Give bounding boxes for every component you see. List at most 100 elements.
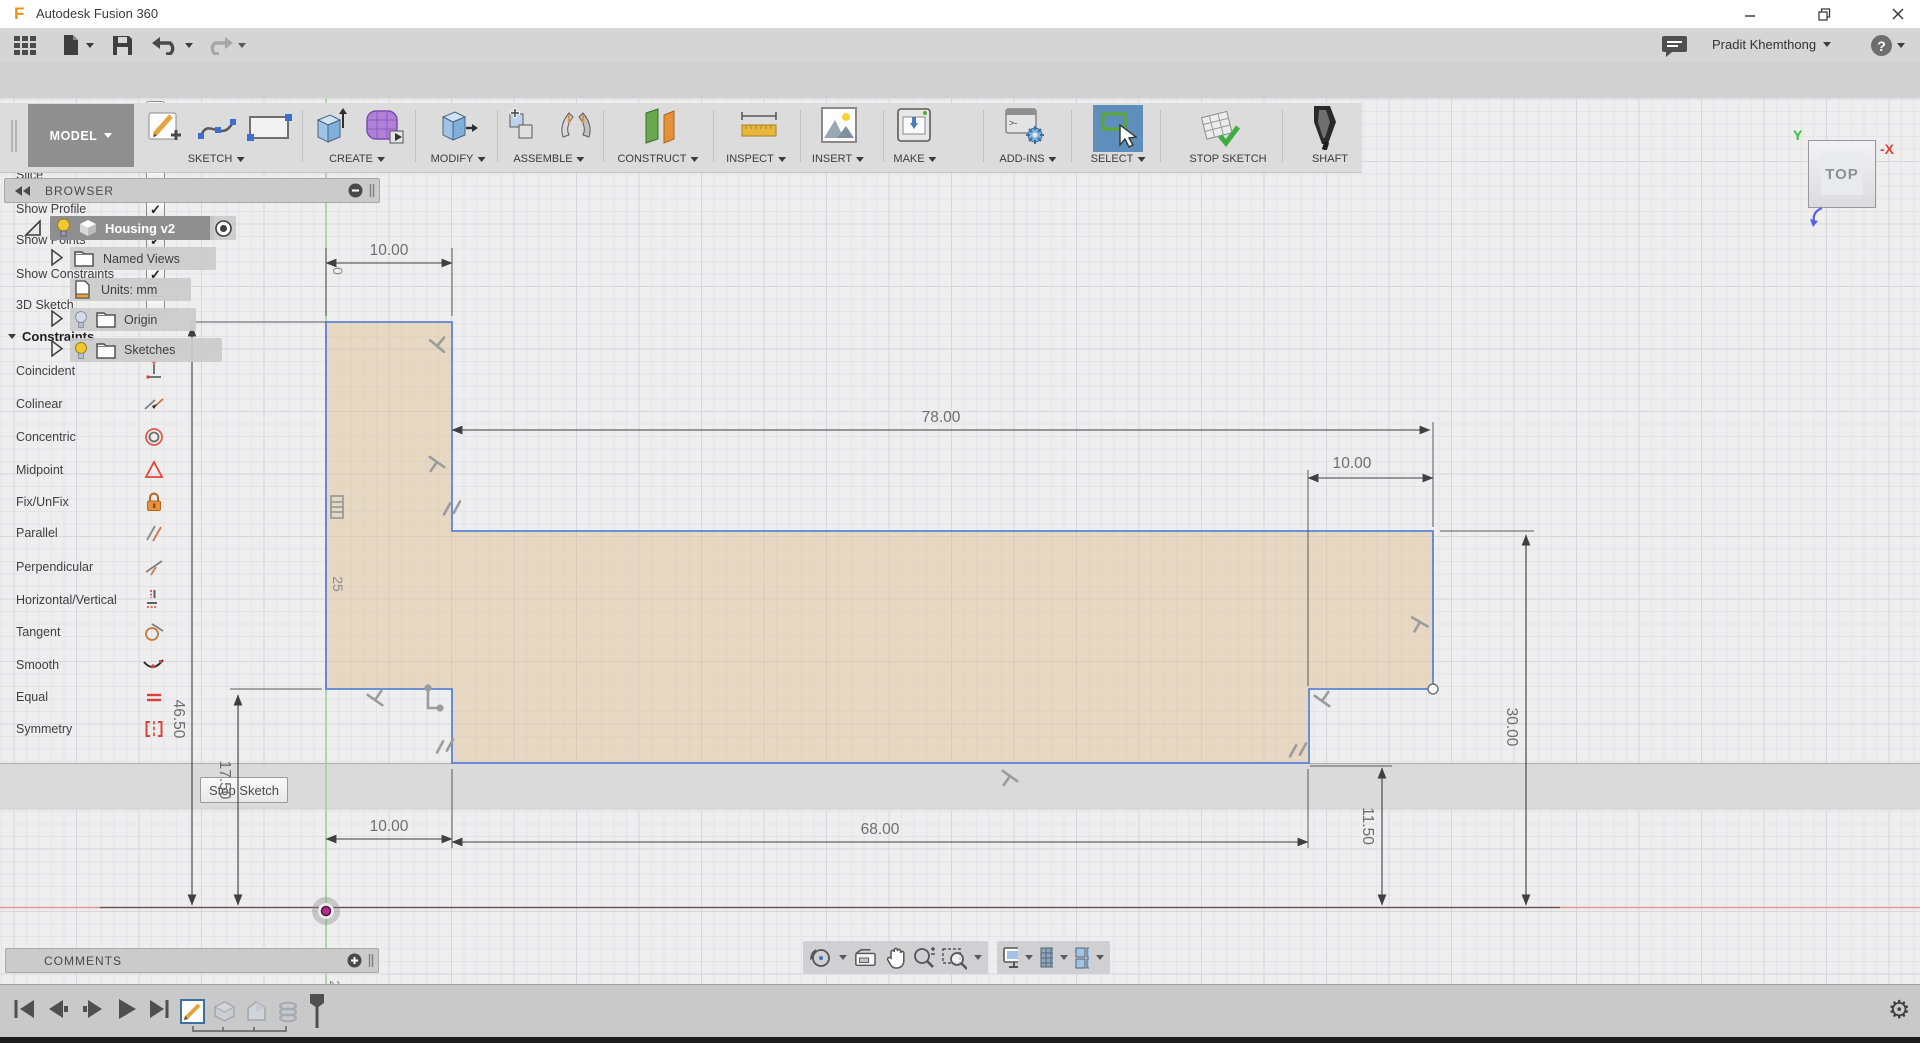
viewcube[interactable]: TOP — [1808, 140, 1876, 208]
file-dropdown-arrow-icon[interactable] — [86, 43, 94, 48]
workspace-switcher[interactable]: MODEL — [28, 104, 134, 167]
press-pull-button[interactable] — [438, 107, 478, 150]
restore-button[interactable] — [1810, 4, 1838, 24]
zoom-window-icon[interactable] — [942, 946, 967, 970]
panel-collapse-circle-icon[interactable] — [348, 183, 363, 198]
job-status-button[interactable] — [1662, 36, 1687, 62]
ribbon-stop-sketch-label[interactable]: STOP SKETCH — [1189, 151, 1266, 167]
timeline-sketch-feature[interactable] — [180, 999, 205, 1024]
undo-button[interactable] — [152, 35, 193, 55]
visibility-bulb-off-icon[interactable] — [74, 310, 88, 329]
preferences-gear-icon[interactable]: ⚙ — [1888, 998, 1910, 1023]
ribbon-grip[interactable] — [10, 106, 18, 166]
tree-item-named-views[interactable]: Named Views — [70, 247, 216, 270]
construct-plane-button[interactable] — [640, 105, 680, 152]
user-account-menu[interactable]: Pradit Khemthong — [1712, 37, 1831, 52]
dim-right-height[interactable]: 30.00 — [1503, 708, 1520, 747]
collapse-panel-icon[interactable] — [15, 186, 31, 196]
comments-panel-header[interactable]: COMMENTS — [5, 948, 379, 973]
dim-bottom-notch[interactable]: 10.00 — [370, 818, 409, 835]
ribbon-shaft-label[interactable]: SHAFT — [1312, 151, 1348, 167]
ribbon-group-inspect[interactable]: INSPECT — [726, 151, 786, 167]
orbit-icon[interactable] — [809, 946, 832, 970]
rectangle-tool-button[interactable] — [246, 112, 292, 147]
timeline-feature-suppressed[interactable] — [244, 999, 269, 1024]
zoom-dropdown-arrow-icon[interactable] — [974, 955, 982, 960]
grid-dropdown-arrow-icon[interactable] — [1060, 955, 1068, 960]
insert-image-button[interactable] — [820, 106, 858, 149]
display-settings-icon[interactable] — [1003, 947, 1018, 969]
perpendicular-glyph[interactable] — [996, 771, 1017, 790]
ribbon-group-addins[interactable]: ADD-INS — [999, 151, 1056, 167]
panel-grip-icon[interactable] — [368, 953, 374, 968]
viewports-dropdown-arrow-icon[interactable] — [1096, 955, 1104, 960]
new-component-button[interactable] — [506, 107, 544, 150]
tree-expand-root-icon[interactable] — [24, 217, 42, 237]
panel-expand-circle-icon[interactable] — [347, 953, 362, 968]
shaft-addin-button[interactable] — [1306, 104, 1348, 155]
ribbon-group-modify[interactable]: MODIFY — [431, 151, 486, 167]
tree-item-origin[interactable]: Origin — [70, 308, 196, 331]
tree-item-sketches[interactable]: Sketches — [70, 338, 222, 362]
browser-panel-header[interactable]: BROWSER — [4, 178, 380, 203]
tree-expand-icon[interactable] — [50, 249, 63, 266]
tree-item-units[interactable]: Units: mm — [70, 278, 191, 301]
timeline-position-marker[interactable] — [308, 994, 326, 1030]
orbit-dropdown-arrow-icon[interactable] — [839, 955, 847, 960]
pan-hand-icon[interactable] — [885, 946, 906, 970]
sketch-origin-point[interactable] — [312, 897, 340, 925]
redo-dropdown-arrow-icon[interactable] — [238, 43, 246, 48]
select-tool-button[interactable] — [1093, 105, 1143, 152]
ribbon-group-construct[interactable]: CONSTRUCT — [617, 151, 698, 167]
app-grid-menu-button[interactable] — [14, 36, 38, 61]
tree-expand-icon[interactable] — [50, 310, 63, 327]
visibility-bulb-on-icon[interactable] — [74, 341, 88, 360]
dim-top-notch[interactable]: 10.00 — [370, 242, 409, 259]
minimize-button[interactable] — [1736, 4, 1764, 24]
play-icon[interactable] — [117, 998, 137, 1020]
ribbon-group-make[interactable]: MAKE — [893, 151, 936, 167]
close-button[interactable] — [1884, 4, 1912, 24]
viewcube-face-label[interactable]: TOP — [1825, 166, 1859, 183]
spline-tool-button[interactable] — [196, 110, 238, 149]
joint-button[interactable] — [555, 107, 597, 150]
dim-right-step-height[interactable]: 11.50 — [1359, 807, 1376, 845]
extrude-button[interactable] — [312, 106, 348, 151]
addins-button[interactable]: >- — [1004, 107, 1048, 150]
dim-bottom-width[interactable]: 68.00 — [861, 821, 900, 838]
dim-left-total-height[interactable]: 46.50 — [170, 700, 187, 739]
create-form-button[interactable] — [364, 107, 406, 152]
timeline-feature-suppressed[interactable] — [276, 999, 301, 1024]
go-to-start-icon[interactable] — [14, 998, 34, 1020]
dim-right-notch[interactable]: 10.00 — [1333, 455, 1372, 472]
root-node-label[interactable]: Housing v2 — [105, 221, 175, 236]
browser-root-node[interactable]: Housing v2 — [50, 216, 214, 240]
tree-expand-icon[interactable] — [50, 340, 63, 357]
undo-dropdown-arrow-icon[interactable] — [185, 43, 193, 48]
go-to-end-icon[interactable] — [150, 998, 170, 1020]
sketch-point[interactable] — [1428, 684, 1438, 694]
panel-grip-icon[interactable] — [369, 183, 375, 198]
timeline-feature-suppressed[interactable] — [212, 999, 237, 1024]
make-button[interactable] — [896, 107, 932, 148]
step-forward-icon[interactable] — [82, 998, 104, 1020]
display-dropdown-arrow-icon[interactable] — [1025, 955, 1033, 960]
file-menu-button[interactable] — [62, 34, 94, 56]
look-at-icon[interactable] — [854, 948, 878, 968]
visibility-bulb-on-icon[interactable] — [56, 218, 71, 238]
dim-left-step-height[interactable]: 17.50 — [216, 761, 233, 800]
ribbon-group-sketch[interactable]: SKETCH — [188, 151, 245, 167]
stop-sketch-ribbon-button[interactable] — [1198, 106, 1244, 153]
ribbon-group-insert[interactable]: INSERT — [812, 151, 864, 167]
sketch-profile[interactable] — [326, 322, 1433, 763]
viewports-icon[interactable] — [1075, 947, 1089, 969]
create-sketch-button[interactable] — [146, 107, 184, 150]
dim-overall-width[interactable]: 78.00 — [922, 409, 961, 426]
ribbon-group-assemble[interactable]: ASSEMBLE — [513, 151, 584, 167]
zoom-icon[interactable] — [912, 946, 935, 970]
step-back-icon[interactable] — [47, 998, 69, 1020]
measure-button[interactable] — [740, 110, 778, 147]
activate-component-radio[interactable] — [210, 216, 236, 240]
grid-snap-icon[interactable] — [1040, 947, 1053, 969]
help-menu[interactable]: ? — [1871, 35, 1905, 56]
